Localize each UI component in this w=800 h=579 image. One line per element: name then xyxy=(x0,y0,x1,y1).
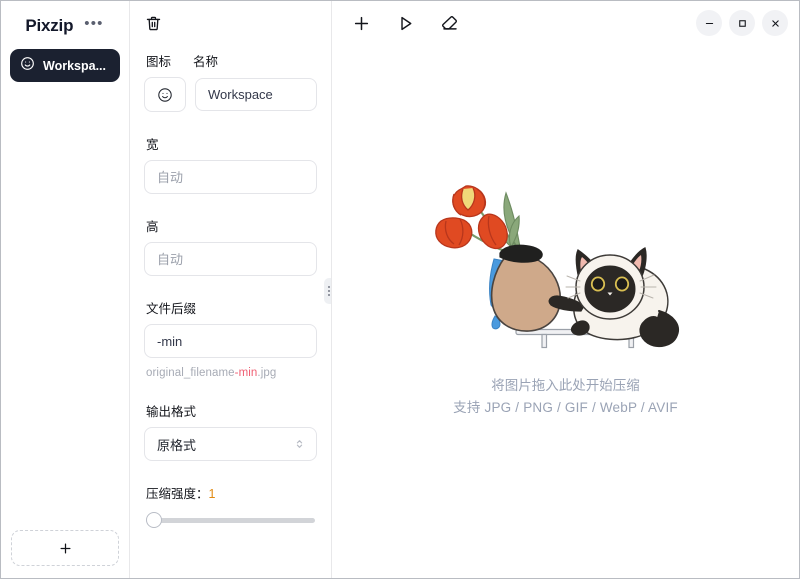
drop-zone-line-2: 支持 JPG / PNG / GIF / WebP / AVIF xyxy=(453,399,678,415)
strength-slider[interactable] xyxy=(146,512,315,528)
drop-zone-line-1: 将图片拖入此处开始压缩 xyxy=(491,377,640,393)
close-icon xyxy=(771,19,779,27)
sidebar-item-label: Workspa... xyxy=(43,58,106,73)
eraser-icon xyxy=(441,15,457,30)
sidebar: Pixzip ••• Workspa... xyxy=(1,1,130,578)
width-field-label: 宽 xyxy=(146,138,159,152)
workspace-icon-picker-button[interactable] xyxy=(144,77,186,112)
vase-body xyxy=(490,255,561,332)
sidebar-header: Pixzip ••• xyxy=(1,1,129,49)
plus-icon xyxy=(60,543,70,553)
clear-list-button[interactable] xyxy=(438,12,460,34)
maximize-button[interactable] xyxy=(729,10,755,36)
icon-field-label: 图标 xyxy=(146,55,172,69)
suffix-input[interactable] xyxy=(144,324,317,358)
smiley-icon xyxy=(158,87,172,102)
delete-workspace-button[interactable] xyxy=(145,15,162,32)
add-files-button[interactable] xyxy=(350,12,372,34)
width-input[interactable] xyxy=(144,160,317,194)
filename-preview-highlight: -min xyxy=(234,367,258,379)
titlebar xyxy=(332,1,799,45)
main-panel: 将图片拖入此处开始压缩 支持 JPG / PNG / GIF / WebP / … xyxy=(332,1,799,578)
minimize-button[interactable] xyxy=(696,10,722,36)
slider-track xyxy=(146,518,315,523)
chevron-up-down-icon xyxy=(294,438,305,451)
strength-value: 1 xyxy=(208,487,216,501)
sidebar-footer xyxy=(1,530,129,578)
strength-label-text: 压缩强度： xyxy=(146,487,209,501)
workspace-list: Workspa... xyxy=(1,49,129,82)
play-icon xyxy=(400,16,411,30)
height-field-group: 高 xyxy=(144,216,317,276)
suffix-field-label: 文件后缀 xyxy=(146,302,197,316)
output-format-select[interactable]: 原格式 xyxy=(144,427,317,461)
cat-and-vase-illustration xyxy=(421,171,711,361)
filename-preview-extension: .jpg xyxy=(257,367,277,379)
height-field-label: 高 xyxy=(146,220,159,234)
output-format-value: 原格式 xyxy=(157,437,197,453)
icon-name-labels: 图标 名称 xyxy=(146,51,317,70)
height-input[interactable] xyxy=(144,242,317,276)
maximize-icon xyxy=(738,19,746,27)
width-field-group: 宽 xyxy=(144,134,317,194)
smiley-icon xyxy=(20,56,35,76)
output-format-label: 输出格式 xyxy=(146,405,197,419)
workspace-name-input[interactable] xyxy=(195,78,317,111)
settings-body: 图标 名称 宽 高 xyxy=(130,45,331,528)
drop-zone-text: 将图片拖入此处开始压缩 支持 JPG / PNG / GIF / WebP / … xyxy=(453,375,678,419)
toolbar xyxy=(350,12,460,34)
icon-name-row xyxy=(144,77,317,112)
strength-label: 压缩强度：1 xyxy=(146,483,317,502)
drop-zone[interactable]: 将图片拖入此处开始压缩 支持 JPG / PNG / GIF / WebP / … xyxy=(332,45,799,578)
app-title: Pixzip xyxy=(25,16,74,35)
plus-icon xyxy=(354,16,368,30)
panel-resize-handle[interactable] xyxy=(324,278,331,304)
add-workspace-button[interactable] xyxy=(11,530,119,566)
app-window: Pixzip ••• Workspa... 图标 名称 Workspace 宽 … xyxy=(0,0,800,579)
sidebar-item-workspace[interactable]: Workspa... xyxy=(10,49,120,82)
trash-icon xyxy=(146,16,161,30)
filename-preview-prefix: original_filename xyxy=(146,367,235,379)
window-controls xyxy=(696,10,788,36)
more-options-icon[interactable]: ••• xyxy=(83,16,104,34)
suffix-field-group: 文件后缀 original_filename-min.jpg xyxy=(144,298,317,379)
output-format-group: 输出格式 原格式 xyxy=(144,401,317,461)
filename-preview: original_filename-min.jpg xyxy=(146,367,317,379)
close-button[interactable] xyxy=(762,10,788,36)
strength-group: 压缩强度：1 xyxy=(144,483,317,528)
slider-thumb[interactable] xyxy=(146,512,162,528)
minimize-icon xyxy=(705,22,713,24)
settings-header xyxy=(130,1,331,45)
start-compress-button[interactable] xyxy=(394,12,416,34)
settings-panel: 图标 名称 宽 高 xyxy=(130,1,332,578)
name-field-label: 名称 xyxy=(193,55,219,69)
